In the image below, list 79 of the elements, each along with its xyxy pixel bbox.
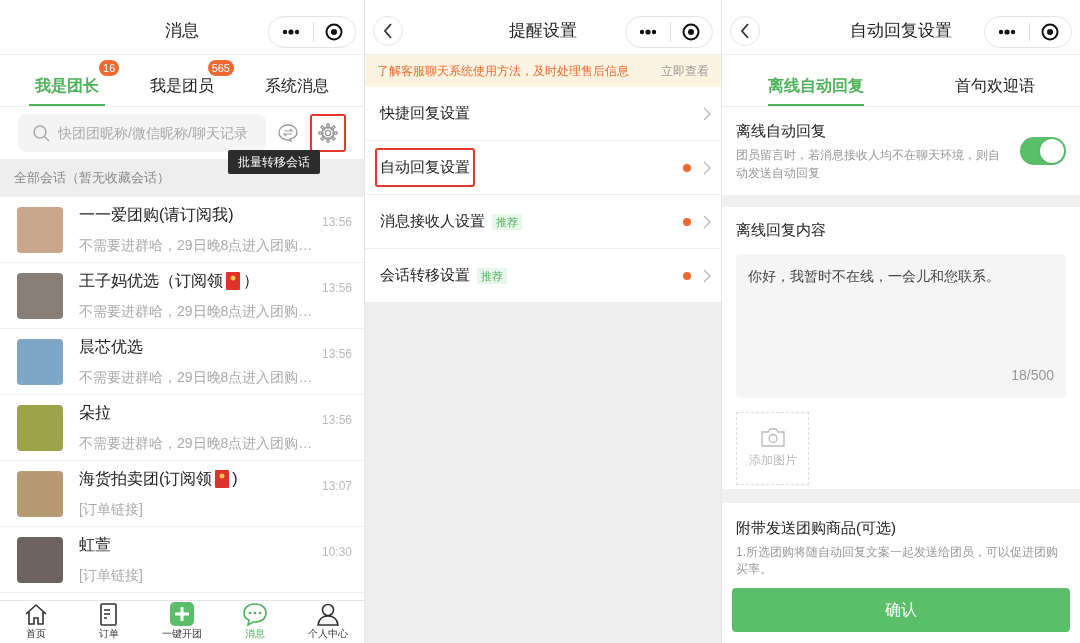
back-icon bbox=[740, 23, 750, 39]
toggle-switch[interactable] bbox=[1020, 137, 1066, 165]
timestamp: 13:07 bbox=[321, 478, 352, 495]
notice-text: 了解客服聊天系统使用方法，及时处理售后信息 bbox=[377, 63, 629, 80]
chat-row[interactable]: 海货拍卖团(订阅领 ) [订单链接] 13:07 bbox=[0, 461, 364, 527]
more-icon bbox=[997, 29, 1016, 35]
contact-name: ） bbox=[243, 271, 259, 291]
contact-name: 虹萱 bbox=[79, 535, 111, 555]
section-title: 离线回复内容 bbox=[736, 220, 827, 240]
contact-name: 晨芯优选 bbox=[79, 337, 143, 357]
setting-title: 离线自动回复 bbox=[736, 120, 827, 141]
row-label: 会话转移设置 bbox=[379, 265, 471, 286]
more-icon bbox=[638, 29, 657, 35]
nav-tab[interactable]: 个人中心 bbox=[291, 601, 364, 643]
back-icon bbox=[383, 23, 393, 39]
nav-tab[interactable]: 一键开团 bbox=[145, 601, 219, 643]
message-preview: [订单链接] bbox=[79, 566, 144, 585]
message-preview: 不需要进群哈，29日晚8点进入团购… bbox=[79, 236, 314, 255]
settings-row[interactable]: 快捷回复设置 bbox=[365, 87, 721, 141]
more-icon bbox=[281, 29, 300, 35]
contact-name: 王子妈优选（订阅领 bbox=[79, 271, 223, 291]
contact-name: ) bbox=[232, 469, 238, 489]
chevron-right-icon bbox=[701, 159, 711, 176]
tooltip: 批量转移会话 bbox=[228, 150, 320, 174]
timestamp: 13:56 bbox=[321, 214, 352, 231]
settings-row[interactable]: 会话转移设置 推荐 bbox=[365, 249, 721, 303]
timestamp: 13:56 bbox=[321, 412, 352, 429]
recommend-tag: 推荐 bbox=[492, 213, 522, 230]
message-preview: [订单链接] bbox=[79, 500, 144, 519]
row-label: 消息接收人设置 bbox=[379, 211, 486, 232]
contact-name: 海货拍卖团(订阅领 bbox=[79, 469, 213, 489]
section-title: 附带发送团购商品(可选) bbox=[736, 518, 897, 538]
nav-tab[interactable]: 订单 bbox=[72, 601, 146, 643]
target-icon bbox=[1041, 23, 1060, 41]
target-icon bbox=[682, 23, 701, 41]
nav-tab[interactable]: 首页 bbox=[0, 601, 73, 643]
timestamp: 10:30 bbox=[321, 544, 352, 561]
row-label: 快捷回复设置 bbox=[378, 103, 471, 124]
settings-button[interactable] bbox=[310, 114, 346, 152]
chat-row[interactable]: 虹萱 [订单链接] 10:30 bbox=[0, 527, 364, 593]
chevron-right-icon bbox=[701, 105, 711, 122]
settings-row[interactable]: 消息接收人设置 推荐 bbox=[365, 195, 721, 249]
count-badge: 565 bbox=[207, 60, 234, 76]
message-preview: 不需要进群哈，29日晚8点进入团购… bbox=[79, 368, 314, 387]
page-title: 自动回复设置 bbox=[850, 21, 952, 40]
target-icon bbox=[325, 23, 344, 41]
chat-row[interactable]: 晨芯优选 不需要进群哈，29日晚8点进入团购… 13:56 bbox=[0, 329, 364, 395]
recommend-tag: 推荐 bbox=[477, 267, 507, 284]
search-icon bbox=[32, 124, 50, 142]
settings-row[interactable]: 自动回复设置 bbox=[365, 141, 721, 195]
settings-icon bbox=[318, 123, 338, 143]
chat-row[interactable]: 一一爱团购(请订阅我) 不需要进群哈，29日晚8点进入团购… 13:56 bbox=[0, 197, 364, 263]
goods-description: 1.所选团购将随自动回复文案一起发送给团员，可以促进团购买率。 bbox=[736, 543, 1059, 578]
reply-text: 你好，我暂时不在线，一会儿和您联系。 bbox=[748, 266, 1001, 286]
person-icon bbox=[314, 602, 341, 626]
chat-arrows-icon bbox=[278, 124, 298, 142]
contact-name: 一一爱团购(请订阅我) bbox=[79, 205, 234, 225]
page-title: 消息 bbox=[165, 21, 199, 40]
setting-description: 团员留言时，若消息接收人均不在聊天环境，则自动发送自动回复 bbox=[736, 147, 1001, 183]
chat-bubble-icon bbox=[241, 602, 268, 626]
row-label: 自动回复设置 bbox=[375, 148, 475, 187]
message-preview: 不需要进群哈，29日晚8点进入团购… bbox=[79, 302, 314, 321]
timestamp: 13:56 bbox=[321, 280, 352, 297]
transfer-button[interactable] bbox=[276, 121, 300, 145]
tab[interactable]: 首句欢迎语 bbox=[954, 55, 1035, 106]
contact-name: 朵拉 bbox=[79, 403, 111, 423]
reply-text-area[interactable]: 你好，我暂时不在线，一会儿和您联系。 18/500 bbox=[736, 253, 1066, 398]
chat-row[interactable]: 朵拉 不需要进群哈，29日晚8点进入团购… 13:56 bbox=[0, 395, 364, 461]
chevron-right-icon bbox=[701, 267, 711, 284]
character-counter: 18/500 bbox=[1010, 365, 1054, 385]
search-field[interactable]: 快团团昵称/微信昵称/聊天记录 bbox=[18, 114, 266, 152]
count-badge: 16 bbox=[99, 60, 120, 76]
chevron-right-icon bbox=[701, 213, 711, 230]
message-preview: 不需要进群哈，29日晚8点进入团购… bbox=[79, 434, 314, 453]
tab[interactable]: 系统消息 bbox=[258, 55, 335, 106]
timestamp: 13:56 bbox=[321, 346, 352, 363]
camera-icon bbox=[759, 427, 786, 447]
page-title: 提醒设置 bbox=[509, 21, 577, 40]
chat-row[interactable]: 王子妈优选（订阅领 ） 不需要进群哈，29日晚8点进入团购… 13:56 bbox=[0, 263, 364, 329]
